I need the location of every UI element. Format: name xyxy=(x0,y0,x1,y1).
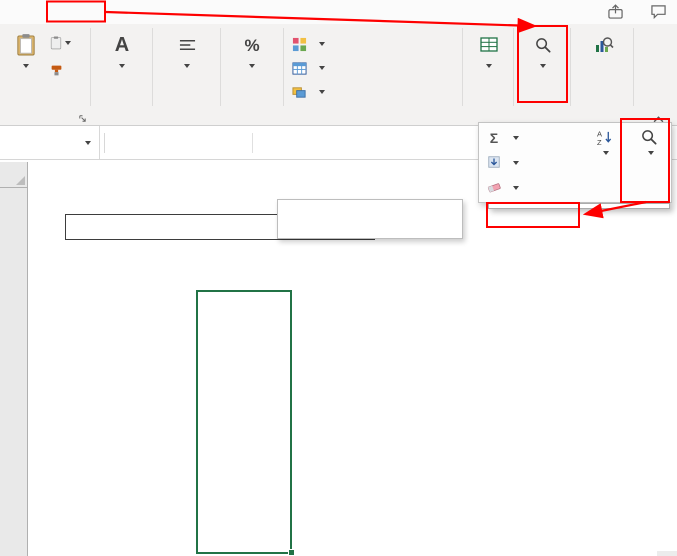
chevron-down-icon xyxy=(647,151,654,155)
group-separator xyxy=(152,28,153,106)
font-icon: A xyxy=(114,34,130,56)
find-select-button[interactable] xyxy=(627,129,671,155)
chevron-down-icon xyxy=(513,136,519,140)
chevron-down-icon xyxy=(23,64,29,68)
autosum-sigma-icon: Σ xyxy=(489,130,499,146)
magnifier-icon xyxy=(641,129,658,149)
find-select-menu xyxy=(488,203,670,209)
chevron-down-icon xyxy=(319,90,325,94)
format-painter-button[interactable] xyxy=(50,64,63,77)
conditional-formatting-icon xyxy=(292,37,307,51)
menu-tabs xyxy=(0,0,677,24)
paste-button[interactable] xyxy=(6,30,46,68)
dialog-launcher-icon[interactable] xyxy=(78,112,87,126)
alignment-group-button[interactable] xyxy=(158,30,216,68)
chevron-down-icon xyxy=(119,64,125,68)
group-separator xyxy=(90,28,91,106)
excel-window: A % Σ A Z xyxy=(0,0,677,556)
chevron-down-icon xyxy=(249,64,255,68)
cells-group-button[interactable] xyxy=(466,30,512,68)
chevron-down-icon xyxy=(65,41,71,45)
chevron-down-icon xyxy=(513,161,519,165)
chevron-down-icon xyxy=(513,186,519,190)
cells-icon xyxy=(479,30,499,60)
analyze-data-icon xyxy=(594,30,614,60)
site-watermark xyxy=(657,551,677,556)
magnifier-icon xyxy=(535,30,552,60)
editing-group-button[interactable] xyxy=(519,30,567,68)
format-as-table-icon xyxy=(292,61,307,75)
fill-handle[interactable] xyxy=(288,549,295,556)
alignment-icon xyxy=(179,30,196,60)
sort-filter-button[interactable]: AZ xyxy=(583,129,625,155)
clear-button[interactable] xyxy=(483,176,579,200)
clipboard-paste-icon xyxy=(16,30,36,60)
share-icon[interactable] xyxy=(607,4,624,22)
menubar-right xyxy=(607,4,667,22)
comments-icon[interactable] xyxy=(650,4,667,22)
font-group-button[interactable]: A xyxy=(96,30,148,68)
eraser-icon xyxy=(487,180,501,197)
chevron-down-icon xyxy=(602,151,609,155)
select-all-corner[interactable] xyxy=(0,162,28,188)
sort-filter-icon: AZ xyxy=(596,129,613,149)
group-separator xyxy=(570,28,571,106)
group-separator xyxy=(513,28,514,106)
autosum-button[interactable]: Σ xyxy=(483,126,579,150)
fill-icon xyxy=(487,155,501,172)
copy-icon xyxy=(50,36,62,50)
group-separator xyxy=(462,28,463,106)
chevron-down-icon xyxy=(184,64,190,68)
row-header-strip xyxy=(0,188,28,556)
name-box[interactable] xyxy=(0,126,100,159)
percent-icon: % xyxy=(244,35,260,55)
fill-button[interactable] xyxy=(483,151,579,175)
group-separator xyxy=(220,28,221,106)
divider xyxy=(252,133,253,153)
cell-styles-button[interactable] xyxy=(292,82,325,102)
chevron-down-icon xyxy=(319,66,325,70)
chevron-down-icon xyxy=(319,42,325,46)
chevron-down-icon xyxy=(486,64,492,68)
conditional-formatting-button[interactable] xyxy=(292,34,325,54)
chevron-down-icon xyxy=(540,64,546,68)
editing-flyout: Σ AZ xyxy=(478,122,672,203)
analyze-data-button[interactable] xyxy=(576,30,632,76)
menu-bar xyxy=(0,0,677,24)
cell-styles-icon xyxy=(292,86,306,98)
format-as-table-button[interactable] xyxy=(292,58,325,78)
copy-button[interactable] xyxy=(50,36,71,50)
divider xyxy=(104,133,105,153)
svg-text:Z: Z xyxy=(596,138,601,146)
group-separator xyxy=(633,28,634,106)
find-tooltip xyxy=(277,199,463,239)
chevron-down-icon xyxy=(85,140,91,145)
format-painter-icon xyxy=(51,65,62,76)
ribbon: A % xyxy=(0,24,677,126)
number-group-button[interactable]: % xyxy=(226,30,278,68)
group-separator xyxy=(283,28,284,106)
